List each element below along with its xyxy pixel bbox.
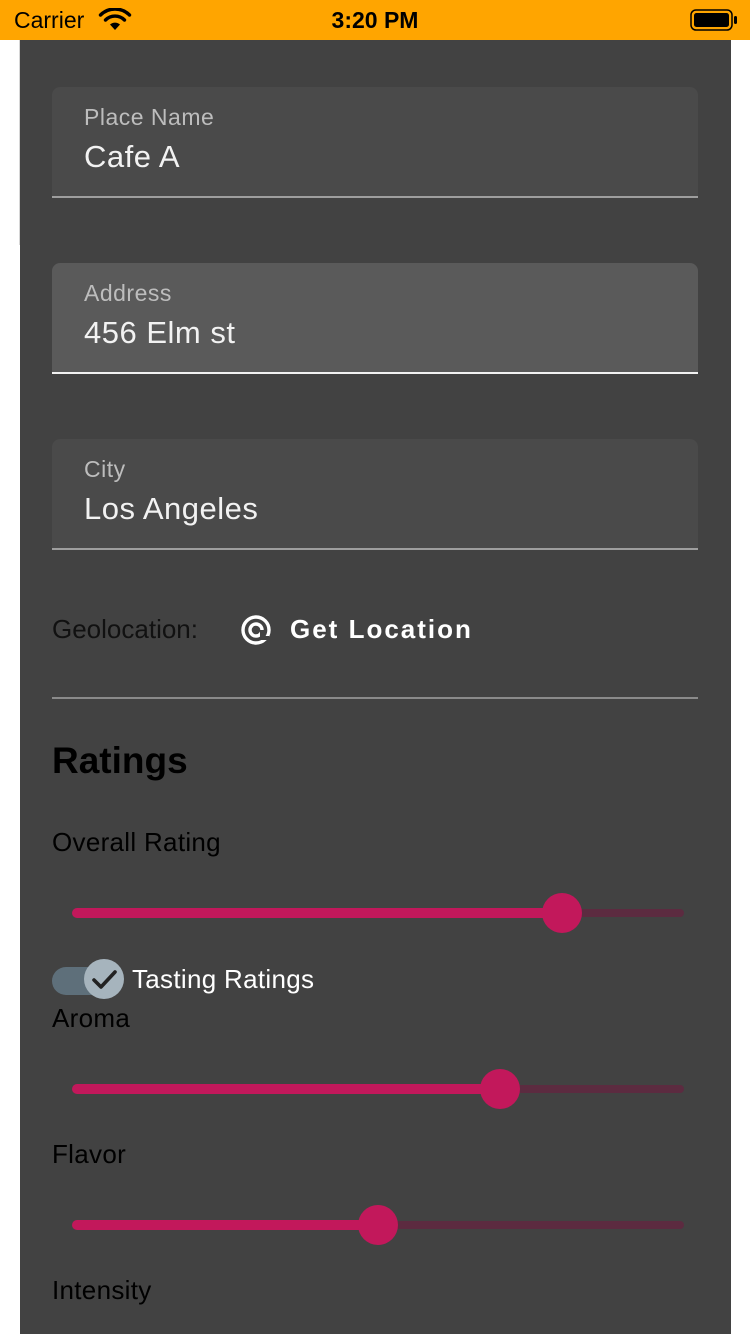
place-name-field[interactable]: Place Name Cafe A bbox=[52, 87, 698, 198]
right-background bbox=[731, 40, 750, 1334]
target-icon bbox=[241, 615, 271, 645]
toggle-thumb[interactable] bbox=[84, 959, 124, 999]
overall-rating-label: Overall Rating bbox=[52, 827, 221, 857]
slider-fill bbox=[72, 1220, 378, 1230]
place-form-sheet: Place Name Cafe A Address 456 Elm st Cit… bbox=[20, 40, 731, 1334]
place-name-value[interactable]: Cafe A bbox=[84, 139, 180, 175]
get-location-label: Get Location bbox=[290, 614, 473, 644]
address-label: Address bbox=[84, 280, 172, 306]
address-value[interactable]: 456 Elm st bbox=[84, 315, 235, 351]
flavor-label: Flavor bbox=[52, 1139, 127, 1169]
geolocation-label: Geolocation: bbox=[52, 614, 198, 644]
status-bar: Carrier 3:20 PM bbox=[0, 0, 750, 40]
intensity-label: Intensity bbox=[52, 1275, 152, 1305]
ratings-title: Ratings bbox=[52, 740, 188, 781]
place-name-label: Place Name bbox=[84, 104, 215, 130]
city-label: City bbox=[84, 456, 126, 482]
slider-fill bbox=[72, 908, 562, 918]
slider-thumb[interactable] bbox=[480, 1069, 520, 1109]
status-time: 3:20 PM bbox=[331, 7, 419, 33]
city-value[interactable]: Los Angeles bbox=[84, 491, 258, 527]
tasting-ratings-toggle[interactable] bbox=[52, 959, 128, 1003]
flavor-slider[interactable] bbox=[72, 1205, 684, 1245]
slider-fill bbox=[72, 1084, 500, 1094]
left-background bbox=[0, 40, 20, 1334]
aroma-slider[interactable] bbox=[72, 1069, 684, 1109]
battery-icon bbox=[690, 9, 737, 31]
overall-rating-slider[interactable] bbox=[72, 893, 684, 933]
slider-thumb[interactable] bbox=[542, 893, 582, 933]
get-location-button[interactable]: Get Location bbox=[232, 606, 492, 654]
slider-thumb[interactable] bbox=[358, 1205, 398, 1245]
tasting-ratings-label: Tasting Ratings bbox=[132, 964, 315, 994]
section-divider bbox=[52, 697, 698, 699]
address-field[interactable]: Address 456 Elm st bbox=[52, 263, 698, 374]
check-icon bbox=[92, 970, 117, 989]
aroma-label: Aroma bbox=[52, 1003, 131, 1033]
city-field[interactable]: City Los Angeles bbox=[52, 439, 698, 550]
